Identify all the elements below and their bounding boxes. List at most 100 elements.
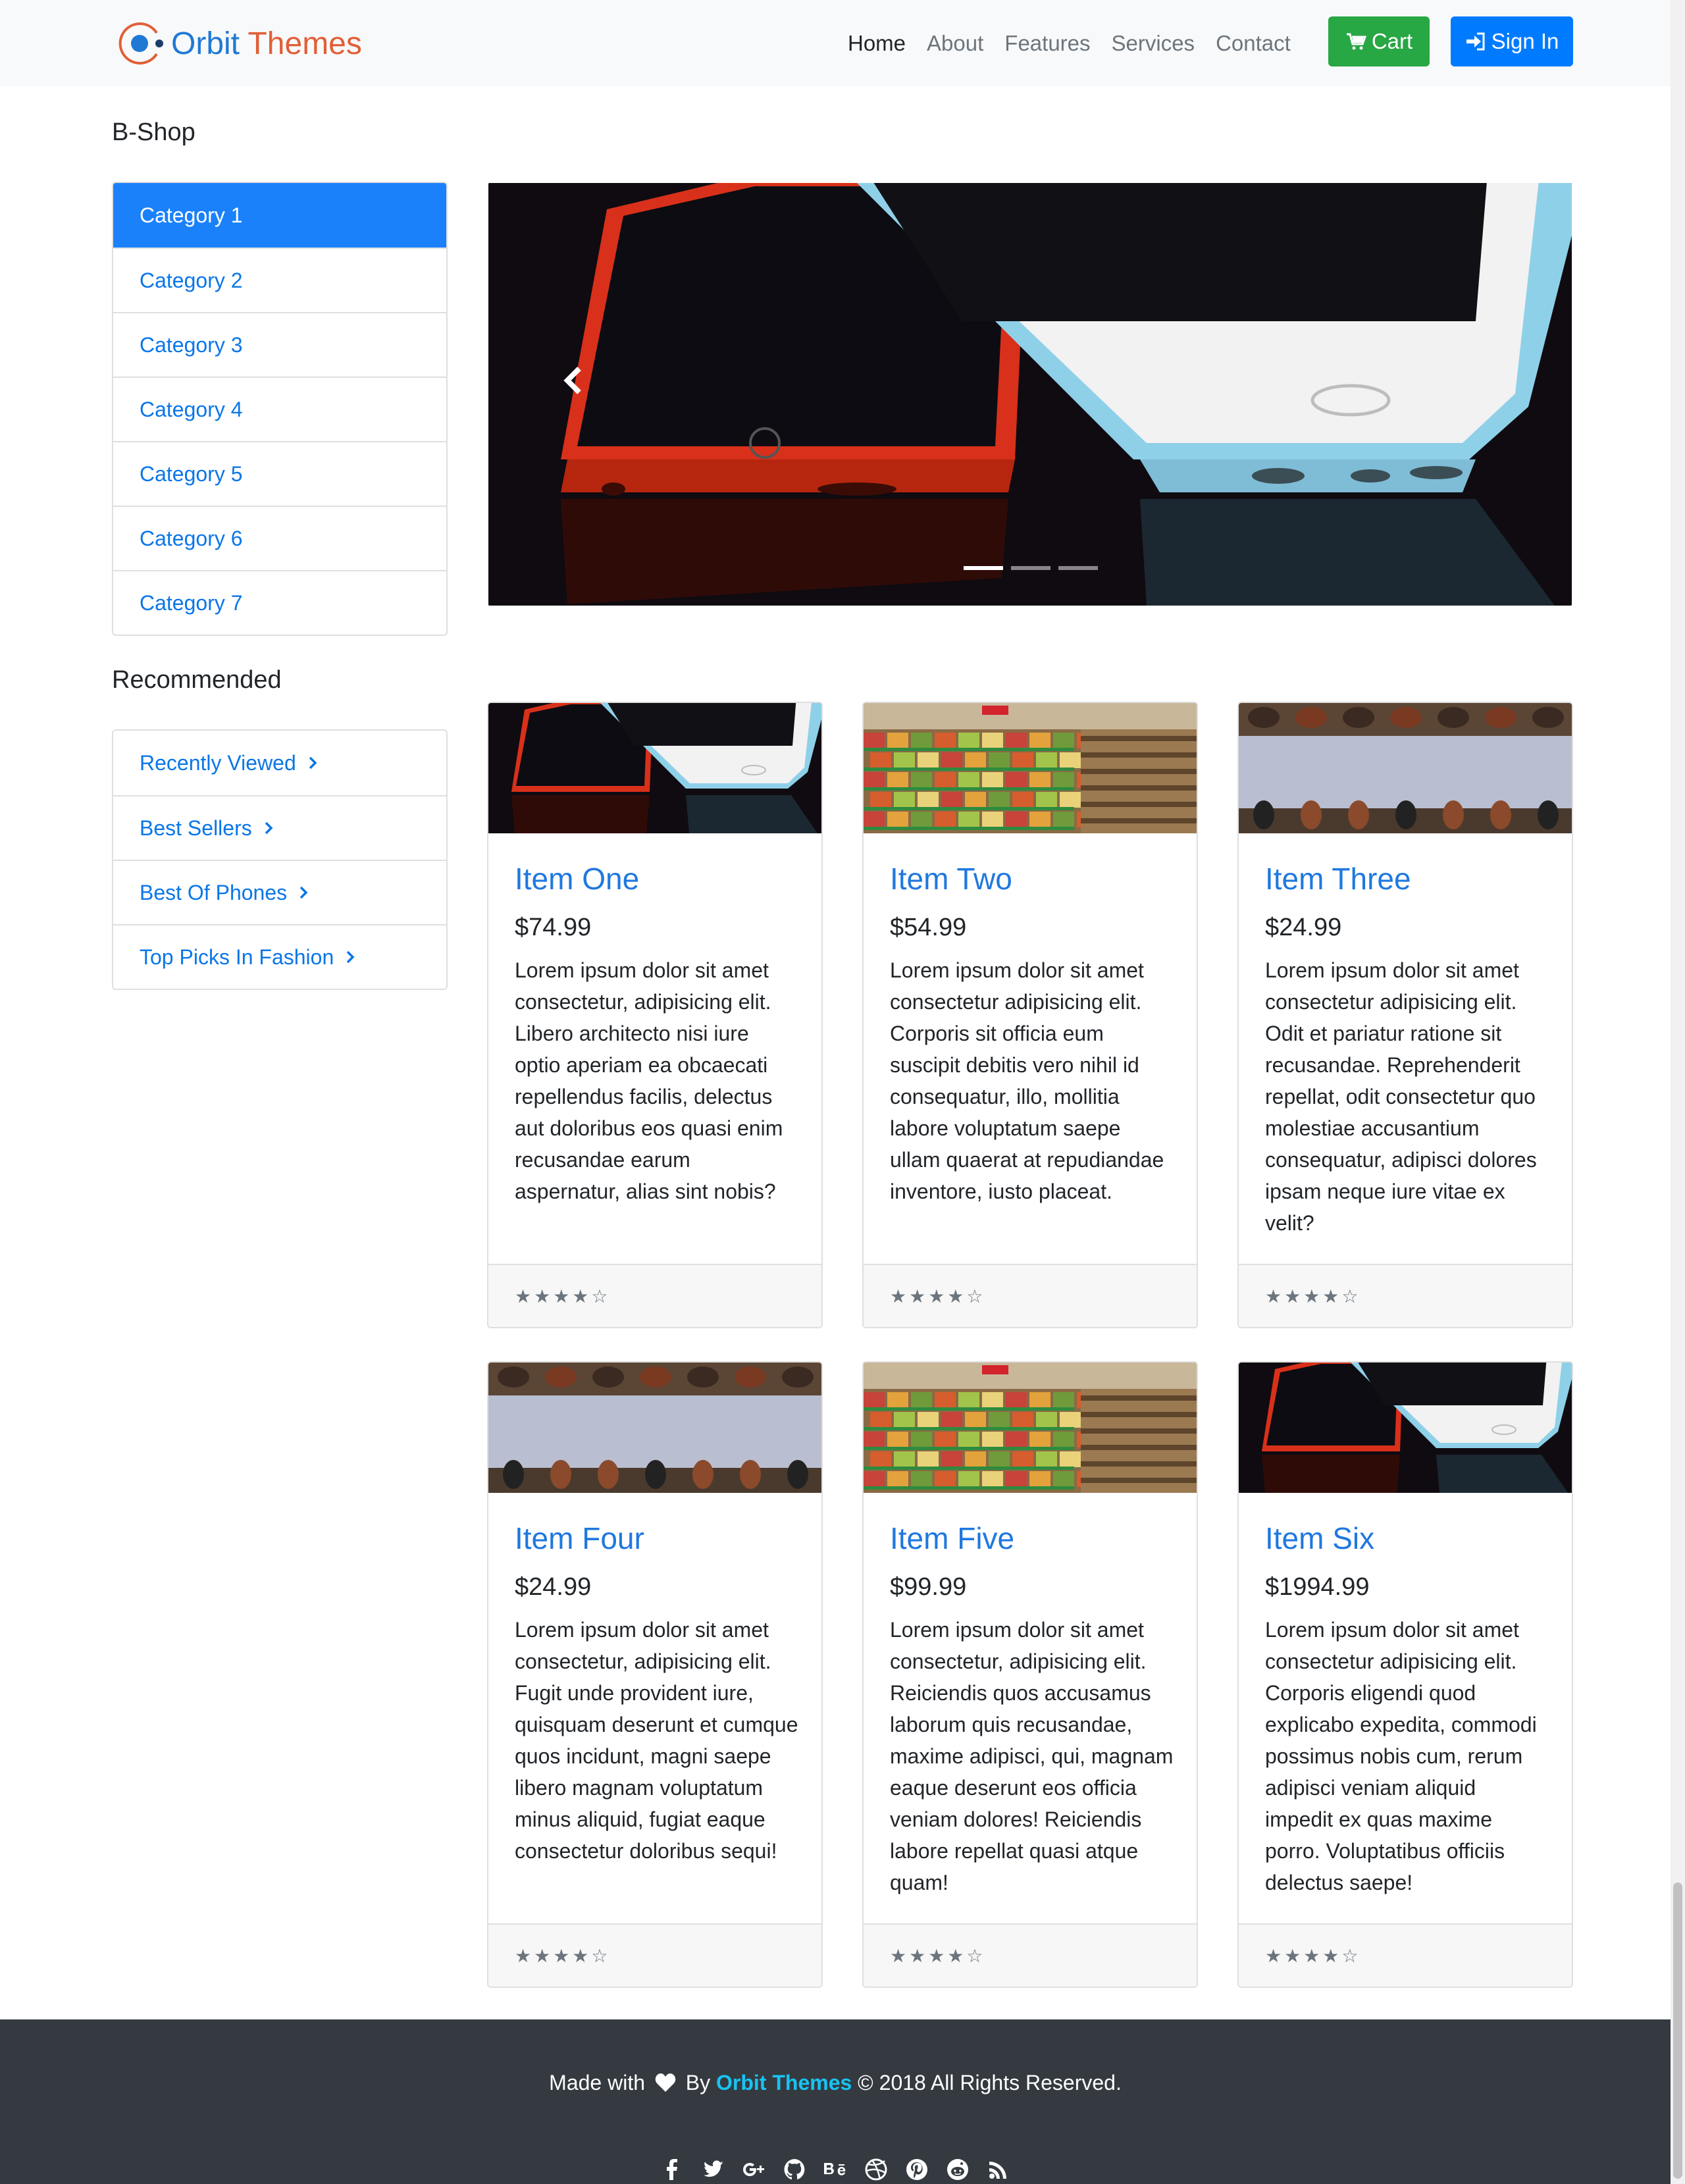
product-description: Lorem ipsum dolor sit amet consectetur a… [890, 958, 1164, 1203]
category-item-2[interactable]: Category 2 [113, 247, 446, 312]
brand-link[interactable]: Orbit Themes [116, 18, 362, 68]
product-image[interactable] [1239, 1363, 1572, 1493]
chevron-right-icon [265, 821, 273, 835]
footer-rights: © 2018 All Rights Reserved. [858, 2071, 1122, 2094]
cart-label: Cart [1371, 29, 1413, 53]
recommended-title: Recommended [112, 666, 282, 694]
carousel-prev-icon[interactable] [554, 361, 594, 400]
nav-links: Home About Features Services Contact [848, 24, 1312, 63]
carousel-slide-image [488, 183, 1572, 606]
product-image[interactable] [488, 703, 821, 833]
recommended-item-best-of-phones[interactable]: Best Of Phones [113, 860, 446, 924]
sign-in-button[interactable]: Sign In [1451, 16, 1573, 66]
product-rating: ★★★★☆ [1239, 1264, 1572, 1327]
product-description: Lorem ipsum dolor sit amet consectetur a… [1265, 1618, 1537, 1894]
product-rating: ★★★★☆ [864, 1264, 1197, 1327]
category-item-3[interactable]: Category 3 [113, 312, 446, 377]
cart-icon [1346, 33, 1366, 50]
category-item-6[interactable]: Category 6 [113, 506, 446, 570]
brand-name: Orbit Themes [171, 26, 362, 61]
reddit-icon[interactable] [945, 2156, 971, 2183]
product-image[interactable] [488, 1363, 821, 1493]
product-price: $99.99 [890, 1573, 967, 1601]
social-links [0, 2156, 1671, 2183]
footer-brand-link[interactable]: Orbit Themes [716, 2071, 852, 2094]
orbit-logo-icon [118, 22, 163, 65]
recommended-item-best-sellers[interactable]: Best Sellers [113, 795, 446, 860]
recommended-item-top-picks-fashion[interactable]: Top Picks In Fashion [113, 924, 446, 989]
hero-carousel [488, 183, 1572, 606]
product-title-link[interactable]: Item Two [890, 861, 1012, 897]
nav-link-contact[interactable]: Contact [1216, 31, 1291, 56]
product-title-link[interactable]: Item Four [515, 1521, 644, 1556]
product-price: $54.99 [890, 914, 967, 941]
behance-icon[interactable] [822, 2156, 848, 2183]
chevron-right-icon [347, 950, 355, 964]
scrollbar-thumb[interactable] [1673, 1883, 1682, 2179]
product-description: Lorem ipsum dolor sit amet consectetur, … [515, 1618, 798, 1863]
sign-in-label: Sign In [1491, 29, 1559, 53]
product-price: $24.99 [515, 1573, 592, 1601]
recommended-item-recently-viewed[interactable]: Recently Viewed [113, 731, 446, 795]
recommended-label: Top Picks In Fashion [140, 945, 334, 969]
category-list: Category 1 Category 2 Category 3 Categor… [112, 182, 448, 636]
carousel-indicator-1[interactable] [964, 566, 1003, 570]
chevron-right-icon [309, 756, 317, 769]
twitter-icon[interactable] [700, 2156, 726, 2183]
product-image[interactable] [864, 703, 1197, 833]
product-card: Item Three $24.99 Lorem ipsum dolor sit am… [1237, 702, 1573, 1328]
carousel-indicator-3[interactable] [1058, 566, 1098, 570]
sign-in-icon [1466, 32, 1485, 51]
product-title-link[interactable]: Item Six [1265, 1521, 1374, 1556]
pinterest-icon[interactable] [904, 2156, 930, 2183]
dribbble-icon[interactable] [863, 2156, 889, 2183]
product-rating: ★★★★☆ [1239, 1923, 1572, 1987]
product-description: Lorem ipsum dolor sit amet consectetur a… [1265, 958, 1537, 1235]
carousel-indicator-2[interactable] [1011, 566, 1050, 570]
carousel-indicators [964, 566, 1106, 570]
navbar: Orbit Themes Home About Features Service… [0, 0, 1671, 86]
category-item-1[interactable]: Category 1 [113, 183, 446, 247]
product-card: Item One $74.99 Lorem ipsum dolor sit amet… [487, 702, 823, 1328]
recommended-list: Recently Viewed Best Sellers Best Of Pho… [112, 729, 448, 990]
recommended-label: Recently Viewed [140, 750, 296, 775]
recommended-label: Best Of Phones [140, 880, 288, 904]
product-price: $74.99 [515, 914, 592, 941]
product-rating: ★★★★☆ [488, 1923, 821, 1987]
product-description: Lorem ipsum dolor sit amet consectetur, … [515, 958, 783, 1203]
cart-button[interactable]: Cart [1328, 16, 1430, 66]
product-card: Item Five $99.99 Lorem ipsum dolor sit ame… [862, 1361, 1198, 1988]
product-rating: ★★★★☆ [488, 1264, 821, 1327]
nav-link-features[interactable]: Features [1004, 31, 1090, 56]
footer-by: By [685, 2071, 711, 2094]
rss-icon[interactable] [985, 2156, 1012, 2183]
footer-made-with: Made with [549, 2071, 645, 2094]
recommended-label: Best Sellers [140, 816, 252, 840]
heart-icon [655, 2073, 676, 2092]
product-price: $1994.99 [1265, 1573, 1370, 1601]
category-item-7[interactable]: Category 7 [113, 570, 446, 635]
footer-credit: Made with By Orbit Themes © 2018 All Rig… [0, 2071, 1671, 2095]
facebook-icon[interactable] [659, 2156, 685, 2183]
product-image[interactable] [864, 1363, 1197, 1493]
product-image[interactable] [1239, 703, 1572, 833]
chevron-right-icon [299, 886, 308, 899]
product-title-link[interactable]: Item One [515, 861, 639, 897]
product-title-link[interactable]: Item Three [1265, 861, 1411, 897]
product-card: Item Six $1994.99 Lorem ipsum dolor sit am… [1237, 1361, 1573, 1988]
product-description: Lorem ipsum dolor sit amet consectetur, … [890, 1618, 1174, 1894]
page-scrollbar[interactable] [1671, 0, 1685, 2184]
product-rating: ★★★★☆ [864, 1923, 1197, 1987]
github-icon[interactable] [781, 2156, 808, 2183]
category-item-4[interactable]: Category 4 [113, 377, 446, 441]
nav-link-services[interactable]: Services [1112, 31, 1195, 56]
product-title-link[interactable]: Item Five [890, 1521, 1014, 1556]
shop-title: B-Shop [112, 118, 195, 146]
site-footer: Made with By Orbit Themes © 2018 All Rig… [0, 2019, 1671, 2184]
nav-link-about[interactable]: About [927, 31, 983, 56]
google-plus-icon[interactable] [740, 2156, 767, 2183]
product-card: Item Two $54.99 Lorem ipsum dolor sit amet… [862, 702, 1198, 1328]
nav-link-home[interactable]: Home [848, 31, 906, 56]
product-card: Item Four $24.99 Lorem ipsum dolor sit ame… [487, 1361, 823, 1988]
category-item-5[interactable]: Category 5 [113, 441, 446, 506]
